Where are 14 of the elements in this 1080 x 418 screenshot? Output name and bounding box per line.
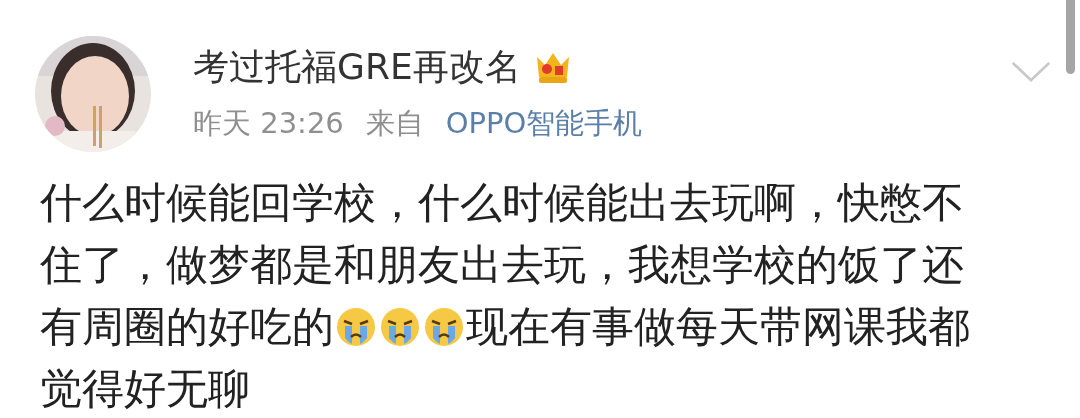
post-time: 昨天 23:26 [193, 105, 344, 142]
post-text: 住了，做梦都是和朋友出去玩，我想学校的饭了还 [40, 239, 964, 291]
post-text: 有周圈的好吃的 [40, 301, 334, 353]
post-text: 现在有事做每天带网课我都 [466, 301, 970, 353]
device-link[interactable]: OPPO智能手机 [445, 104, 643, 144]
crying-emoji-icon [380, 307, 420, 347]
scrollbar[interactable] [1066, 0, 1075, 74]
username[interactable]: 考过托福GRE再改名 [193, 42, 521, 92]
chevron-down-icon[interactable] [1010, 60, 1052, 84]
crying-emoji-icon [336, 307, 376, 347]
crying-emoji-icon [424, 307, 464, 347]
post-text: 觉得好无聊 [40, 363, 250, 415]
post-text: 什么时候能回学校，什么时候能出去玩啊，快憋不 [40, 177, 964, 229]
source-label: 来自 [365, 105, 424, 142]
